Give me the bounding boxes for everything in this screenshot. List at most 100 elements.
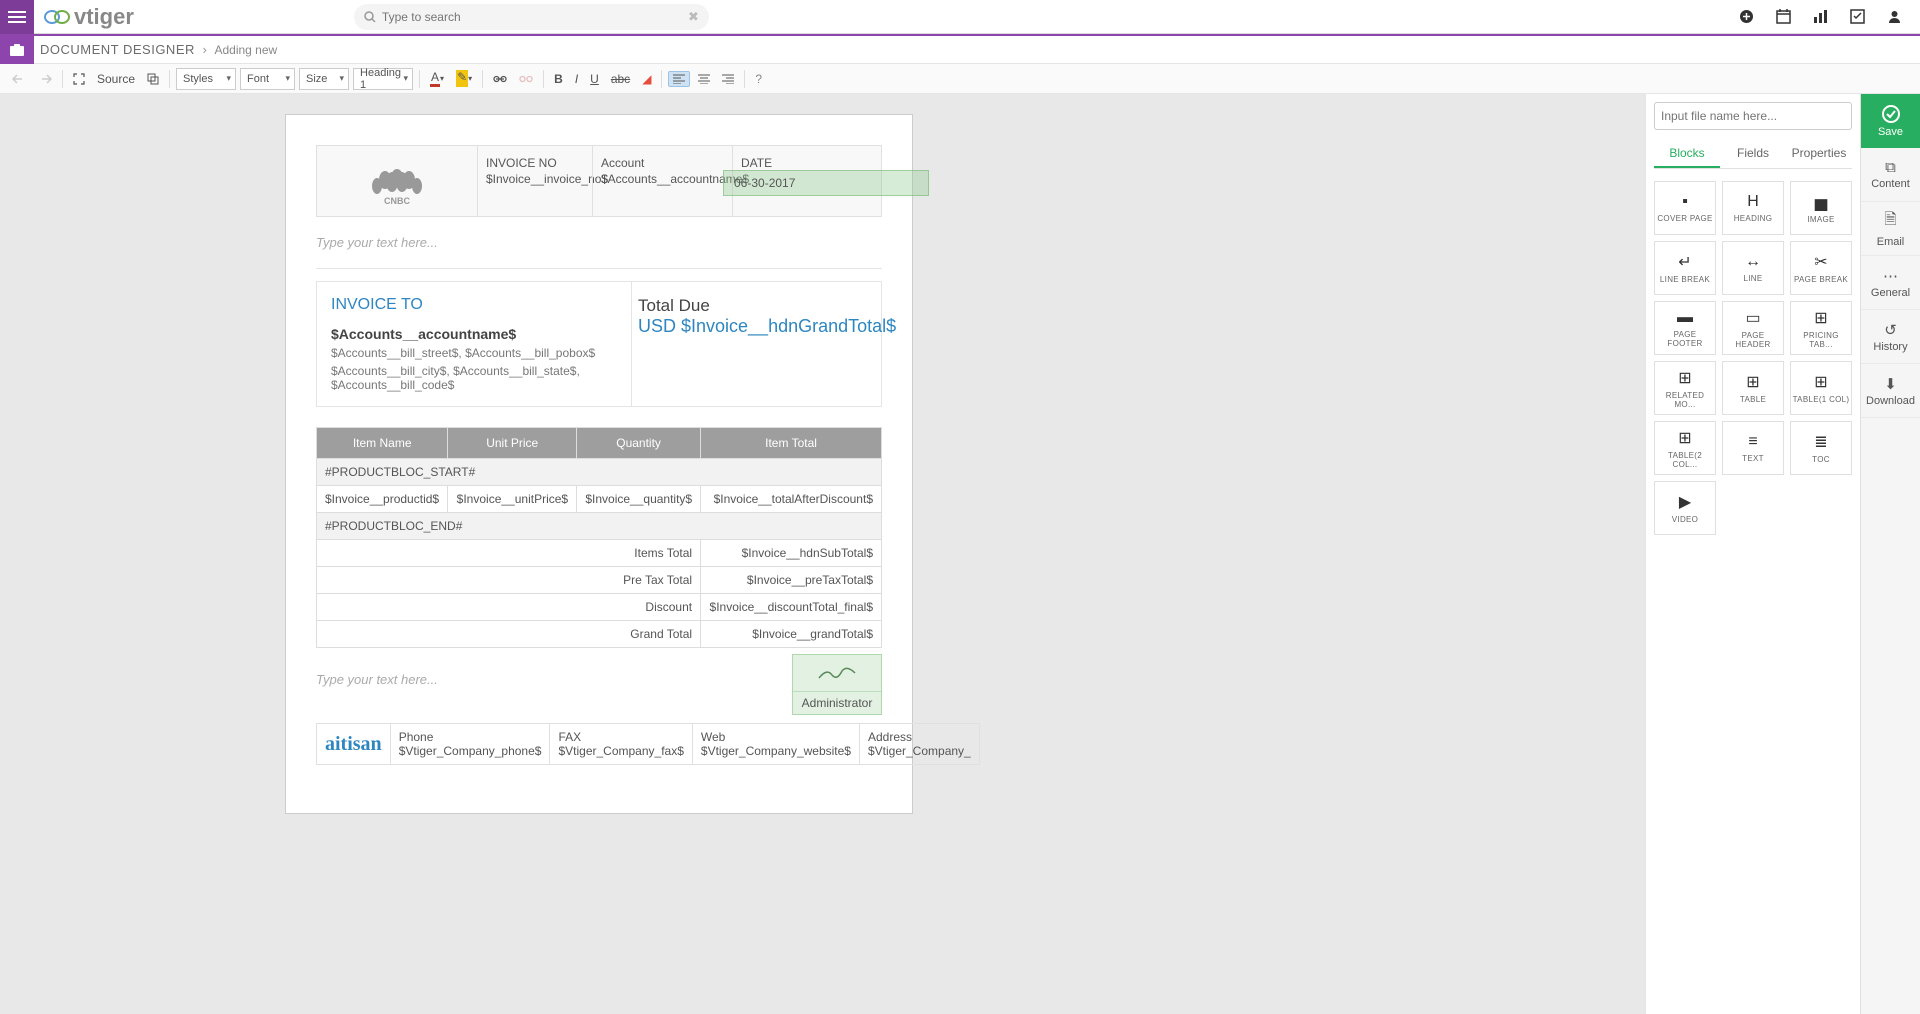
block-video[interactable]: ▶VIDEO — [1654, 481, 1716, 535]
text-color-button[interactable]: A▾ — [426, 68, 448, 89]
block-page-header[interactable]: ▭PAGE HEADER — [1722, 301, 1784, 355]
block-page-footer[interactable]: ▬PAGE FOOTER — [1654, 301, 1716, 355]
text-placeholder-1[interactable]: Type your text here... — [316, 217, 882, 269]
search-clear-icon[interactable]: ✖ — [688, 9, 699, 25]
search-input[interactable] — [382, 10, 688, 24]
th-unit-price: Unit Price — [448, 428, 577, 459]
far-right-toolbar: Save ⧉Content 🗎Email ⋯General ↺History ⬇… — [1860, 94, 1920, 1014]
content-button[interactable]: ⧉Content — [1861, 148, 1920, 202]
items-table[interactable]: Item Name Unit Price Quantity Item Total… — [316, 427, 882, 648]
heading-select[interactable]: Heading 1 — [353, 68, 413, 90]
signature-name: Administrator — [793, 691, 881, 714]
table-row: $Invoice__productid$ $Invoice__unitPrice… — [317, 486, 882, 513]
breadcrumb-action: Adding new — [214, 43, 277, 57]
block-related-mo-[interactable]: ⊞RELATED MO... — [1654, 361, 1716, 415]
expand-button[interactable] — [69, 71, 89, 87]
add-icon[interactable] — [1739, 9, 1754, 24]
invoice-to-addr2: $Accounts__bill_city$, $Accounts__bill_s… — [331, 364, 617, 392]
block-toc[interactable]: ≣TOC — [1790, 421, 1852, 475]
source-button[interactable]: Source — [93, 70, 139, 88]
block-label: LINE — [1744, 274, 1763, 283]
total-due-value: USD $Invoice__hdnGrandTotal$ — [638, 316, 875, 337]
history-button[interactable]: ↺History — [1861, 310, 1920, 364]
module-icon[interactable] — [0, 36, 34, 64]
account-cell[interactable]: Account $Accounts__accountname$ — [592, 146, 732, 216]
date-cell[interactable]: DATE 06-30-2017 — [732, 146, 881, 216]
invoice-no-value: $Invoice__invoice_no$ — [486, 172, 584, 186]
breadcrumb-bar: DOCUMENT DESIGNER › Adding new — [0, 36, 1920, 64]
top-icons — [1739, 9, 1920, 24]
link-button[interactable] — [489, 72, 511, 86]
block-icon: ⊞ — [1678, 428, 1691, 448]
copy-button[interactable] — [143, 71, 163, 87]
filename-input[interactable] — [1654, 102, 1852, 130]
doc-logo-cell[interactable]: CNBC — [317, 146, 477, 216]
unlink-button[interactable] — [515, 72, 537, 86]
editor-toolbar: Source Styles Font Size Heading 1 A▾ ✎▾ … — [0, 64, 1920, 94]
topbar: vtiger ✖ — [0, 0, 1920, 34]
block-text[interactable]: ≡TEXT — [1722, 421, 1784, 475]
block-label: RELATED MO... — [1655, 391, 1715, 409]
block-heading[interactable]: HHEADING — [1722, 181, 1784, 235]
size-select[interactable]: Size — [299, 68, 349, 90]
styles-select[interactable]: Styles — [176, 68, 236, 90]
chart-icon[interactable] — [1813, 9, 1828, 24]
block-table[interactable]: ⊞TABLE — [1722, 361, 1784, 415]
text-placeholder-2[interactable]: Type your text here... — [316, 654, 792, 715]
block-icon: ▪ — [1682, 193, 1688, 211]
align-left-button[interactable] — [668, 71, 690, 87]
italic-button[interactable]: I — [571, 70, 582, 88]
main-area: CNBC INVOICE NO $Invoice__invoice_no$ Ac… — [0, 94, 1920, 1014]
invoice-to-addr1: $Accounts__bill_street$, $Accounts__bill… — [331, 346, 617, 360]
date-highlight[interactable]: 06-30-2017 — [723, 170, 929, 196]
undo-button[interactable] — [8, 71, 30, 87]
calendar-icon[interactable] — [1776, 9, 1791, 24]
font-select[interactable]: Font — [240, 68, 295, 90]
block-cover-page[interactable]: ▪COVER PAGE — [1654, 181, 1716, 235]
canvas[interactable]: CNBC INVOICE NO $Invoice__invoice_no$ Ac… — [0, 94, 1645, 1014]
align-right-button[interactable] — [718, 72, 738, 86]
tab-blocks[interactable]: Blocks — [1654, 140, 1720, 168]
block-table-1-col-[interactable]: ⊞TABLE(1 COL) — [1790, 361, 1852, 415]
block-icon: ≡ — [1748, 433, 1757, 451]
breadcrumb-module[interactable]: DOCUMENT DESIGNER — [40, 42, 195, 57]
block-pricing-tab-[interactable]: ⊞PRICING TAB... — [1790, 301, 1852, 355]
invoice-to-block[interactable]: INVOICE TO $Accounts__accountname$ $Acco… — [316, 281, 882, 407]
document-page[interactable]: CNBC INVOICE NO $Invoice__invoice_no$ Ac… — [285, 114, 913, 814]
account-value: $Accounts__accountname$ — [601, 172, 724, 186]
underline-button[interactable]: U — [586, 70, 603, 88]
tab-fields[interactable]: Fields — [1720, 140, 1786, 168]
block-line-break[interactable]: ↵LINE BREAK — [1654, 241, 1716, 295]
align-center-button[interactable] — [694, 72, 714, 86]
bg-color-button[interactable]: ✎▾ — [452, 68, 476, 89]
strike-button[interactable]: abc — [607, 70, 634, 88]
redo-button[interactable] — [34, 71, 56, 87]
invoice-no-cell[interactable]: INVOICE NO $Invoice__invoice_no$ — [477, 146, 592, 216]
block-page-break[interactable]: ✂PAGE BREAK — [1790, 241, 1852, 295]
block-label: TOC — [1812, 455, 1830, 464]
global-search[interactable]: ✖ — [354, 4, 709, 30]
block-icon: ▶ — [1679, 492, 1691, 512]
blocks-grid: ▪COVER PAGEHHEADING▅IMAGE ↵LINE BREAK ↔ LIN… — [1654, 181, 1852, 535]
user-icon[interactable] — [1887, 9, 1902, 24]
email-button[interactable]: 🗎Email — [1861, 202, 1920, 256]
block-table-2-col-[interactable]: ⊞TABLE(2 COL... — [1654, 421, 1716, 475]
download-button[interactable]: ⬇Download — [1861, 364, 1920, 418]
task-icon[interactable] — [1850, 9, 1865, 24]
tab-properties[interactable]: Properties — [1786, 140, 1852, 168]
general-button[interactable]: ⋯General — [1861, 256, 1920, 310]
bold-button[interactable]: B — [550, 70, 567, 88]
block-label: TABLE(1 COL) — [1793, 395, 1850, 404]
block-label: PAGE FOOTER — [1655, 330, 1715, 348]
help-button[interactable]: ? — [751, 70, 766, 88]
signature-block[interactable]: Administrator — [792, 654, 882, 715]
main-menu-button[interactable] — [0, 0, 34, 34]
block-icon: ↔ — [1745, 253, 1761, 271]
footer-table[interactable]: aitisan Phone$Vtiger_Company_phone$ FAX$… — [316, 723, 980, 765]
save-button[interactable]: Save — [1861, 94, 1920, 148]
block-image[interactable]: ▅IMAGE — [1790, 181, 1852, 235]
productbloc-end: #PRODUCTBLOC_END# — [317, 513, 882, 540]
block-line[interactable]: ↔ LINE — [1722, 241, 1784, 295]
eraser-button[interactable]: ◢ — [638, 70, 655, 88]
block-label: PAGE HEADER — [1723, 331, 1783, 349]
